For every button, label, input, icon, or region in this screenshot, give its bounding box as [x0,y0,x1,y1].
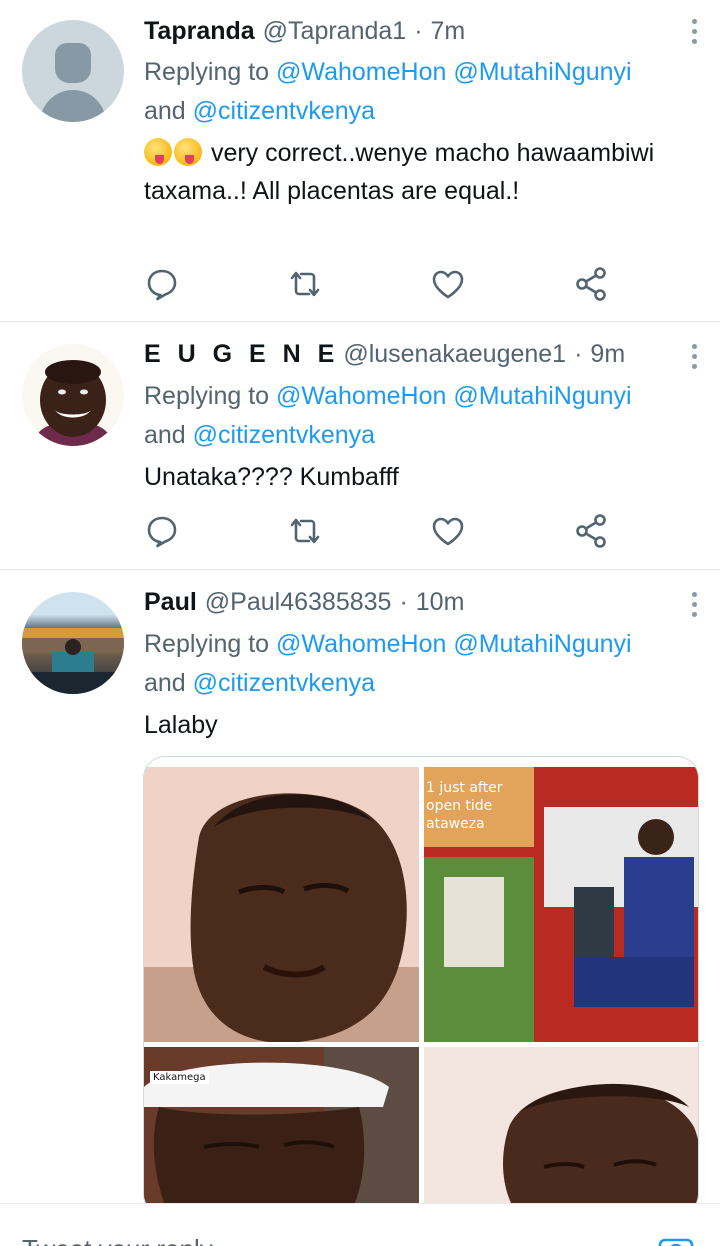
timestamp[interactable]: 10m [416,588,465,617]
replying-to: Replying to @WahomeHon @MutahiNgunyi and… [144,377,704,455]
timestamp[interactable]: 9m [590,340,625,369]
tweet-text: Lalaby [144,711,218,739]
mention-link[interactable]: @citizentvkenya [193,669,375,697]
mention-link[interactable]: @WahomeHon [276,382,446,410]
mention-link[interactable]: @MutahiNgunyi [453,58,631,86]
more-options-icon[interactable] [682,342,706,372]
more-options-icon[interactable] [682,590,706,620]
reply-icon[interactable] [142,264,182,304]
display-name[interactable]: Paul [144,588,197,617]
handle[interactable]: @Paul46385835 [205,588,392,617]
more-options-icon[interactable] [682,17,706,47]
display-name[interactable]: E U G E N E [144,340,339,369]
tweet-text: very correct..wenye macho hawaambiwi tax… [144,134,684,210]
tweet-text: Unataka???? Kumbafff [144,463,399,491]
tweet-actions [0,511,720,551]
media-caption: 1 just after open tide ataweza [426,779,502,833]
tweet-text-body: very correct..wenye macho hawaambiwi tax… [144,139,655,205]
replying-to-and: and [144,421,186,449]
mention-link[interactable]: @WahomeHon [276,58,446,86]
media-photo[interactable] [144,767,419,1042]
replying-to-and: and [144,669,186,697]
tweet-eugene[interactable]: E U G E N E @lusenakaeugene1 · 9m Replyi… [0,322,720,570]
mention-link[interactable]: @citizentvkenya [193,97,375,125]
media-photo[interactable] [424,1047,698,1215]
avatar[interactable] [22,344,124,446]
reply-composer[interactable]: Tweet your reply [0,1203,720,1246]
separator-dot: · [414,17,423,45]
handle[interactable]: @lusenakaeugene1 [343,340,566,369]
replying-to: Replying to @WahomeHon @MutahiNgunyi and… [144,53,704,131]
retweet-icon[interactable] [285,511,325,551]
mention-link[interactable]: @MutahiNgunyi [453,382,631,410]
share-icon[interactable] [572,264,612,304]
replying-to: Replying to @WahomeHon @MutahiNgunyi and… [144,625,704,703]
caption-line: 1 just after [426,780,503,796]
replying-to-label: Replying to [144,382,270,410]
mention-link[interactable]: @WahomeHon [276,630,446,658]
caption-line: ataweza [426,816,485,832]
mention-link[interactable]: @MutahiNgunyi [453,630,631,658]
location-tag: Kakamega [150,1071,209,1084]
media-photo[interactable]: 1 just after open tide ataweza [424,767,698,1042]
separator-dot: · [399,588,408,616]
reply-icon[interactable] [142,511,182,551]
media-photo[interactable]: Kakamega [144,1047,419,1215]
replying-to-label: Replying to [144,630,270,658]
handle[interactable]: @Tapranda1 [263,17,407,46]
replying-to-and: and [144,97,186,125]
yum-face-emoji [174,138,202,166]
share-icon[interactable] [572,511,612,551]
caption-line: open tide [426,798,493,814]
like-icon[interactable] [428,511,468,551]
mention-link[interactable]: @citizentvkenya [193,421,375,449]
like-icon[interactable] [428,264,468,304]
avatar[interactable] [22,592,124,694]
tweet-actions [0,264,720,304]
tweet-tapranda[interactable]: Tapranda @Tapranda1 · 7m Replying to @Wa… [0,0,720,322]
timestamp[interactable]: 7m [431,17,466,46]
retweet-icon[interactable] [285,264,325,304]
camera-icon[interactable] [658,1234,694,1246]
display-name[interactable]: Tapranda [144,17,255,46]
separator-dot: · [574,340,583,368]
replying-to-label: Replying to [144,58,270,86]
media-grid[interactable]: 1 just after open tide ataweza Kakamega [143,756,699,1216]
yum-face-emoji [144,138,172,166]
reply-input-placeholder[interactable]: Tweet your reply [22,1234,213,1246]
avatar[interactable] [22,20,124,122]
